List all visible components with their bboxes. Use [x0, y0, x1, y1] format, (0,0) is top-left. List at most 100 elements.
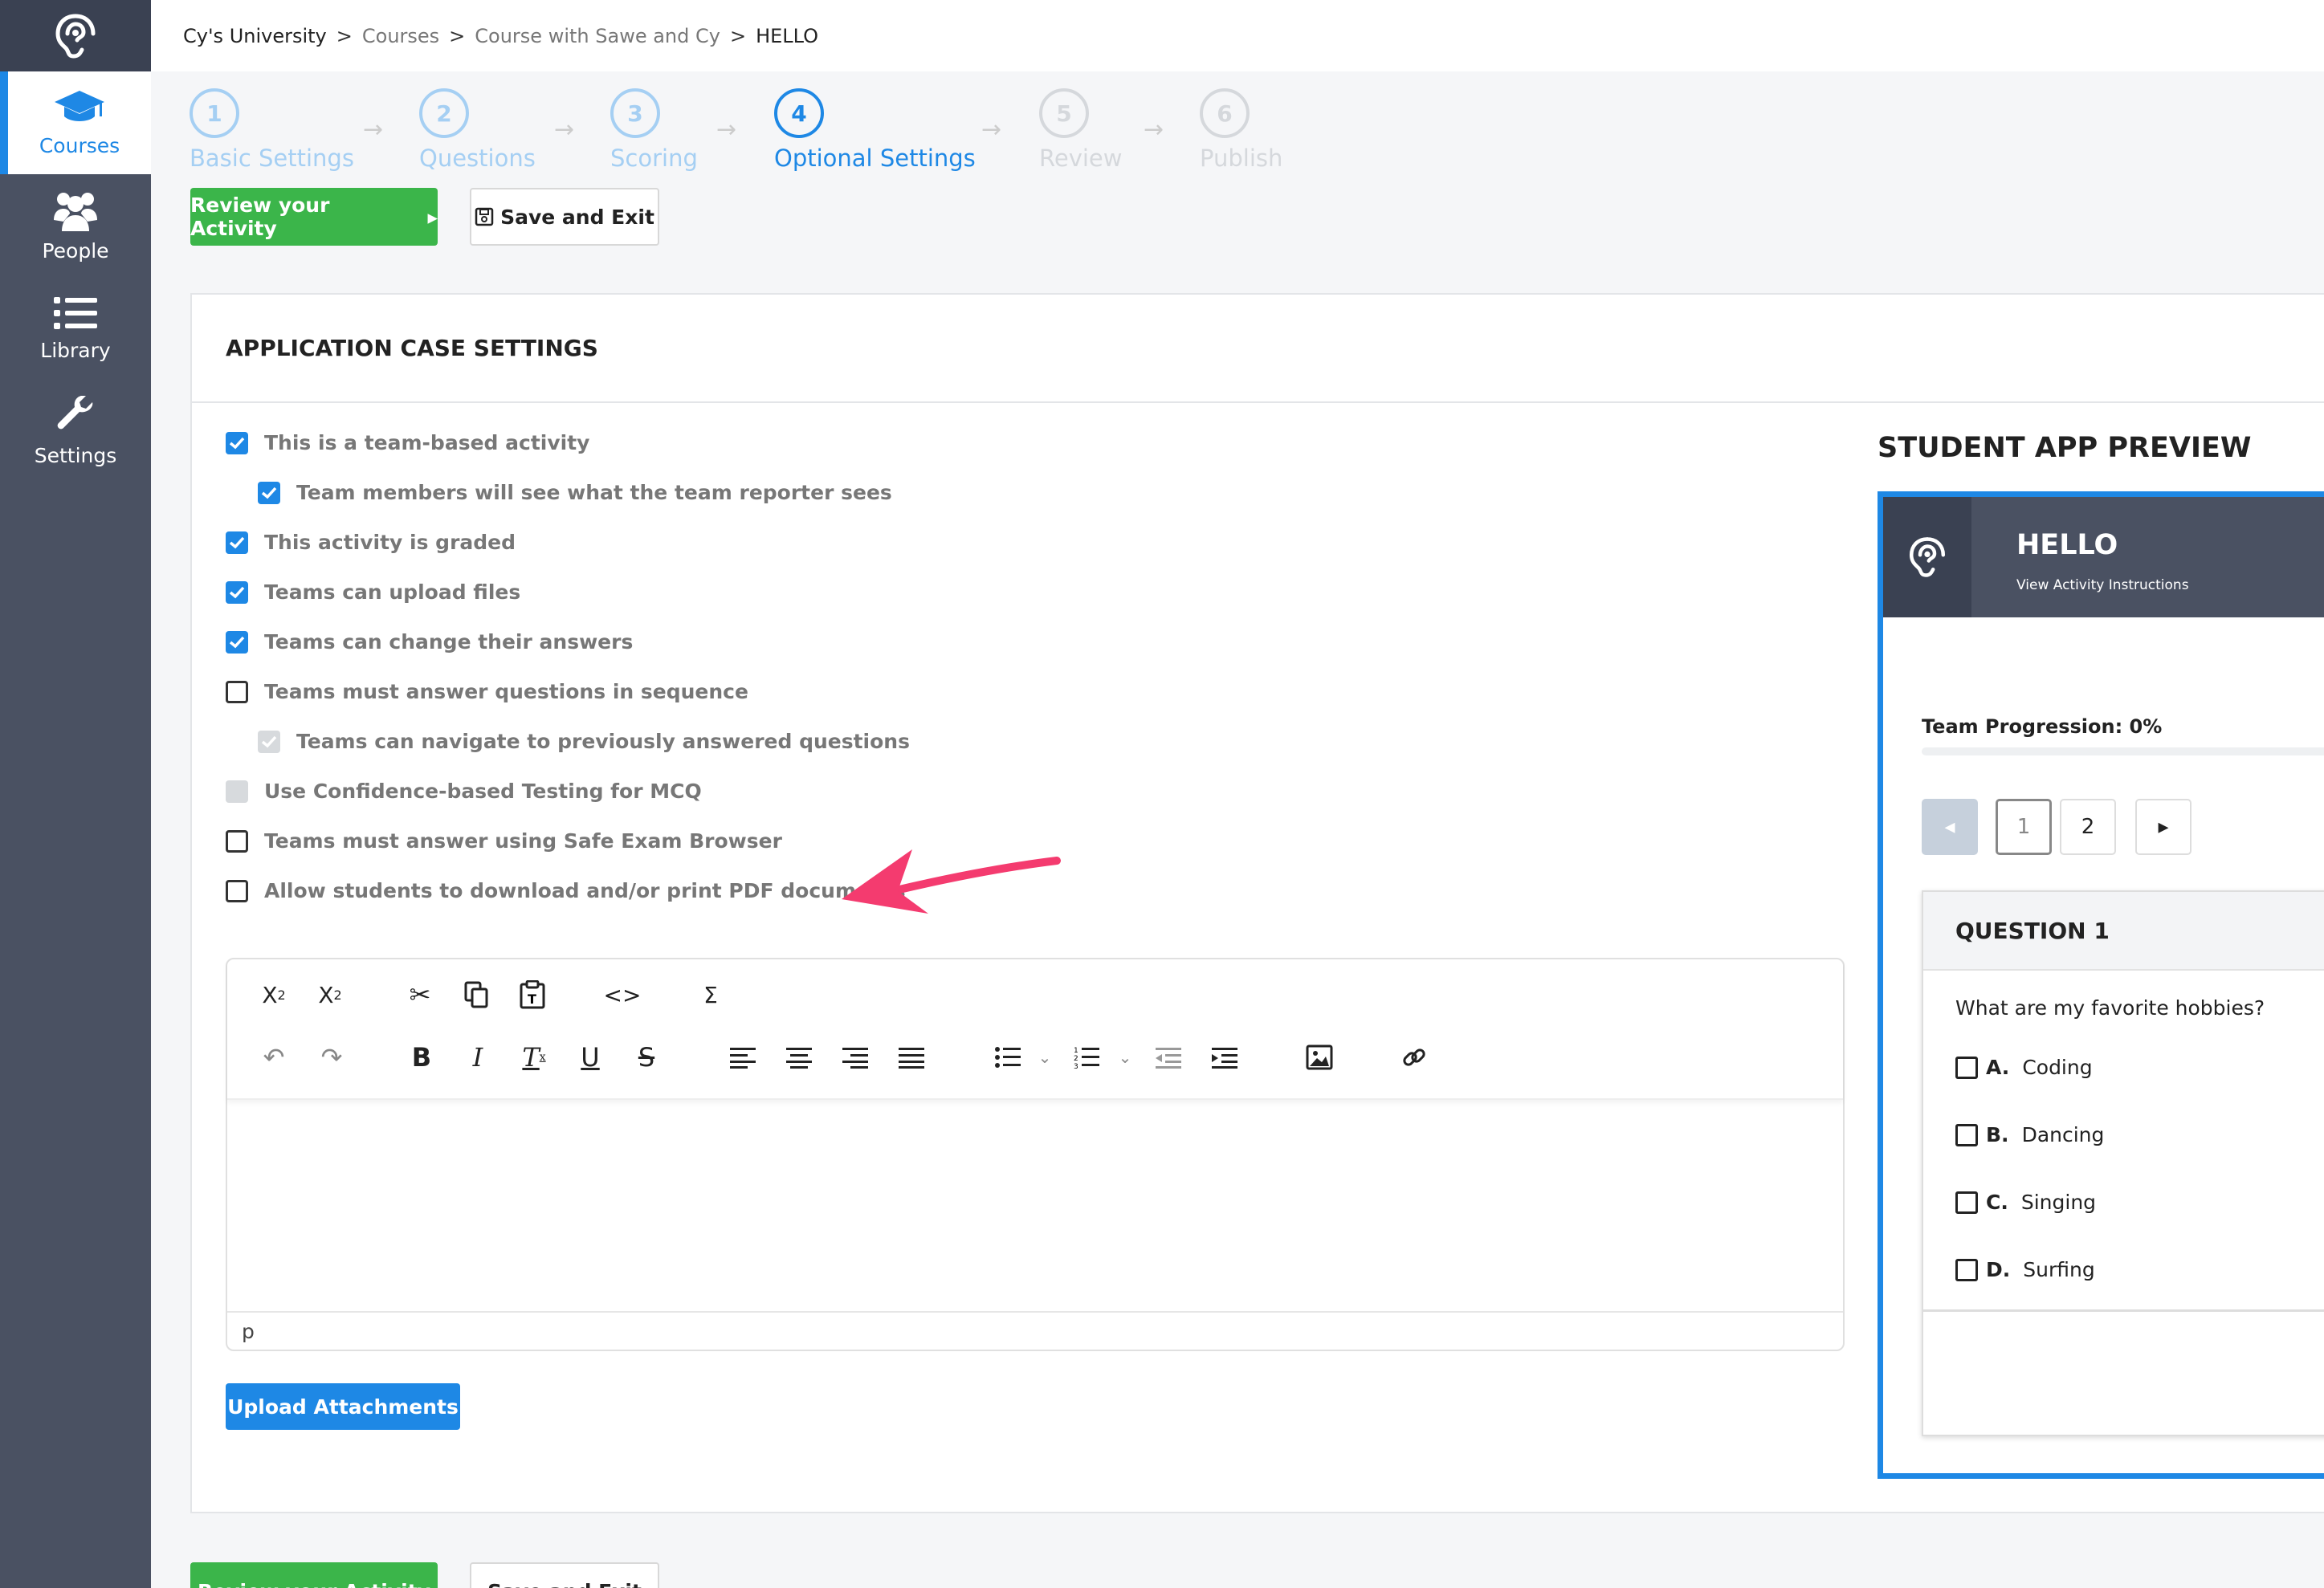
step-arrow-icon: → [716, 116, 737, 144]
choice-checkbox[interactable] [1955, 1123, 1978, 1146]
step-basic-settings[interactable]: 1 Basic Settings [190, 88, 354, 172]
save-and-exit-button[interactable]: Save and Exit [470, 188, 659, 246]
breadcrumb-item-courses[interactable]: Courses [362, 25, 439, 47]
option-download-print-pdf[interactable]: Allow students to download and/or print … [226, 879, 906, 902]
checkbox-checked[interactable] [226, 431, 248, 454]
page-button-2[interactable]: 2 [2060, 799, 2116, 855]
choice-d[interactable]: D. Surfing [1955, 1258, 2095, 1281]
indent-icon[interactable] [1207, 1040, 1242, 1075]
bullet-list-icon[interactable] [990, 1040, 1025, 1075]
svg-text:T: T [528, 991, 536, 1007]
step-number: 2 [419, 88, 469, 138]
step-questions[interactable]: 2 Questions [419, 88, 536, 172]
align-right-icon[interactable] [838, 1040, 873, 1075]
wrench-icon [57, 395, 93, 429]
checkbox-unchecked[interactable] [226, 879, 248, 902]
superscript-icon[interactable]: X2 [312, 977, 348, 1012]
breadcrumb-item-course[interactable]: Course with Sawe and Cy [475, 25, 720, 47]
link-icon[interactable] [1396, 1040, 1432, 1075]
image-icon[interactable] [1302, 1040, 1337, 1075]
subscript-icon[interactable]: X2 [256, 977, 292, 1012]
redo-icon[interactable]: ↷ [314, 1040, 349, 1075]
editor-content-area[interactable] [227, 1100, 1843, 1317]
sidebar-item-library[interactable]: Library [0, 277, 151, 380]
next-page-button[interactable]: ▸ [2135, 799, 2191, 855]
ear-logo-icon [1909, 537, 1946, 577]
breadcrumb-item-activity: HELLO [756, 24, 819, 47]
option-label: Teams can upload files [264, 580, 521, 604]
checkbox-unchecked[interactable] [226, 680, 248, 703]
step-number: 5 [1039, 88, 1089, 138]
step-arrow-icon: → [981, 116, 1002, 144]
option-team-based[interactable]: This is a team-based activity [226, 431, 589, 454]
option-graded[interactable]: This activity is graded [226, 531, 516, 554]
choice-key: C. [1986, 1191, 2008, 1214]
choice-checkbox[interactable] [1955, 1191, 1978, 1214]
review-activity-button[interactable]: Review your Activity ▸ [190, 188, 438, 246]
sidebar-item-people[interactable]: People [0, 174, 151, 277]
option-team-reporter-view[interactable]: Team members will see what the team repo… [258, 481, 892, 504]
step-label: Review [1039, 145, 1123, 172]
align-justify-icon[interactable] [894, 1040, 929, 1075]
step-scoring[interactable]: 3 Scoring [610, 88, 698, 172]
preview-activity-title: HELLO [2016, 529, 2118, 561]
code-icon[interactable]: <> [604, 977, 642, 1012]
step-number: 4 [774, 88, 824, 138]
choice-checkbox[interactable] [1955, 1056, 1978, 1079]
option-upload-files[interactable]: Teams can upload files [226, 580, 520, 604]
cut-icon[interactable]: ✂ [402, 977, 438, 1012]
question-footer-divider [1923, 1309, 2324, 1312]
sidebar-item-courses[interactable]: Courses [0, 71, 151, 174]
align-center-icon[interactable] [781, 1040, 817, 1075]
checkbox-checked[interactable] [258, 481, 280, 504]
sigma-icon[interactable]: Σ [693, 977, 728, 1012]
save-and-exit-label: Save and Exit [487, 1580, 642, 1588]
choice-b[interactable]: B. Dancing [1955, 1123, 2104, 1146]
review-activity-button-bottom[interactable]: Review your Activity [190, 1562, 438, 1588]
choice-label: Singing [2020, 1191, 2097, 1214]
strikethrough-icon[interactable]: S [629, 1040, 664, 1075]
step-review[interactable]: 5 Review [1039, 88, 1122, 172]
option-answer-in-sequence[interactable]: Teams must answer questions in sequence [226, 680, 748, 703]
save-and-exit-button-bottom[interactable]: Save and Exit [470, 1562, 659, 1588]
choice-c[interactable]: C. Singing [1955, 1191, 2096, 1214]
numbered-list-icon[interactable]: 123 [1069, 1040, 1104, 1075]
sidebar-item-settings[interactable]: Settings [0, 380, 151, 483]
graduation-cap-icon [55, 90, 104, 121]
checkbox-disabled-checked [258, 730, 280, 753]
step-label: Questions [419, 145, 536, 172]
editor-status-path: p [227, 1311, 1843, 1350]
underline-icon[interactable]: U [573, 1040, 608, 1075]
app-logo[interactable] [0, 0, 151, 71]
option-safe-exam-browser[interactable]: Teams must answer using Safe Exam Browse… [226, 829, 782, 853]
choice-checkbox[interactable] [1955, 1258, 1978, 1281]
bold-icon[interactable]: B [404, 1040, 439, 1075]
checkbox-checked[interactable] [226, 630, 248, 654]
view-instructions-link[interactable]: View Activity Instructions [2016, 577, 2189, 593]
italic-icon[interactable]: I [460, 1040, 495, 1075]
outdent-icon[interactable] [1151, 1040, 1186, 1075]
question-text: What are my favorite hobbies? [1955, 996, 2265, 1020]
breadcrumb-separator: > [449, 24, 466, 47]
chevron-down-icon[interactable]: ⌄ [1107, 1040, 1143, 1075]
clear-format-icon[interactable]: Tx [516, 1040, 552, 1075]
breadcrumb-item-university[interactable]: Cy's University [183, 25, 327, 47]
choice-label: Coding [2022, 1056, 2093, 1079]
step-optional-settings[interactable]: 4 Optional Settings [774, 88, 976, 172]
sidebar-item-label: Courses [39, 133, 120, 157]
chevron-down-icon[interactable]: ⌄ [1027, 1040, 1062, 1075]
checkbox-checked[interactable] [226, 531, 248, 554]
paste-text-icon[interactable]: T [515, 977, 550, 1012]
copy-icon[interactable] [459, 977, 494, 1012]
prev-page-button[interactable]: ◂ [1922, 799, 1978, 855]
align-left-icon[interactable] [725, 1040, 760, 1075]
upload-attachments-button[interactable]: Upload Attachments [226, 1383, 460, 1430]
option-change-answers[interactable]: Teams can change their answers [226, 630, 633, 654]
checkbox-unchecked[interactable] [226, 829, 248, 853]
step-publish[interactable]: 6 Publish [1200, 88, 1282, 172]
choice-a[interactable]: A. Coding [1955, 1056, 2093, 1079]
step-label: Optional Settings [774, 145, 976, 172]
checkbox-checked[interactable] [226, 580, 248, 604]
undo-icon[interactable]: ↶ [256, 1040, 292, 1075]
page-button-1[interactable]: 1 [1996, 799, 2052, 855]
